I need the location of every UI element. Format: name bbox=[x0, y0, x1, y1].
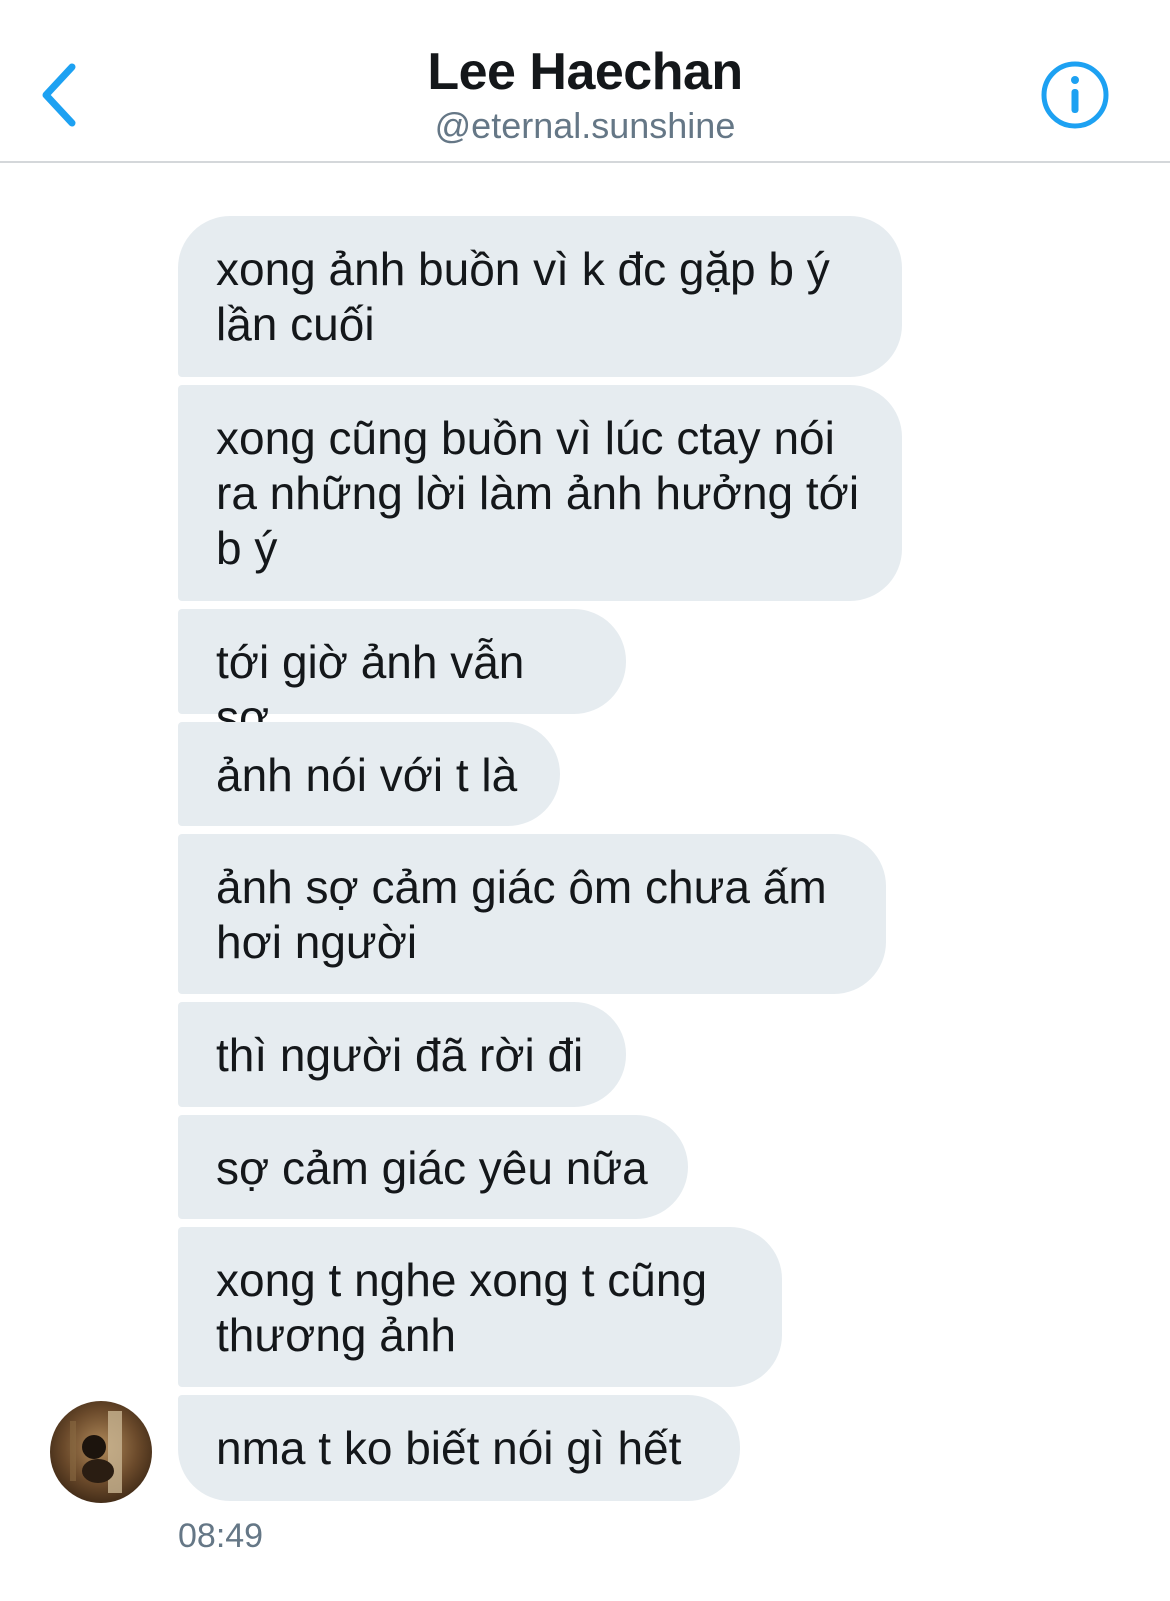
message-bubble[interactable]: nma t ko biết nói gì hết bbox=[178, 1395, 740, 1501]
info-circle-icon bbox=[1041, 61, 1109, 129]
message-bubble[interactable]: xong ảnh buồn vì k đc gặp b ý lần cuối bbox=[178, 216, 902, 377]
info-button[interactable] bbox=[1040, 60, 1110, 130]
message-bubble[interactable]: tới giờ ảnh vẫn sợ bbox=[178, 609, 626, 743]
avatar[interactable] bbox=[50, 1401, 152, 1503]
message-bubble[interactable]: ảnh nói với t là bbox=[178, 722, 560, 826]
message-bubble[interactable]: xong cũng buồn vì lúc ctay nói ra những … bbox=[178, 385, 902, 601]
conversation-handle: @eternal.sunshine bbox=[434, 105, 736, 146]
message-bubble[interactable]: xong t nghe xong t cũng thương ảnh bbox=[178, 1227, 782, 1387]
conversation-header: Lee Haechan @eternal.sunshine bbox=[0, 0, 1170, 163]
message-bubble[interactable]: sợ cảm giác yêu nữa bbox=[178, 1115, 688, 1219]
message-timestamp: 08:49 bbox=[178, 1517, 264, 1555]
conversation-title: Lee Haechan bbox=[427, 43, 743, 101]
message-bubble[interactable]: thì người đã rời đi bbox=[178, 1002, 626, 1107]
avatar-photo bbox=[50, 1401, 152, 1503]
message-bubble[interactable]: ảnh sợ cảm giác ôm chưa ấm hơi người bbox=[178, 834, 886, 994]
